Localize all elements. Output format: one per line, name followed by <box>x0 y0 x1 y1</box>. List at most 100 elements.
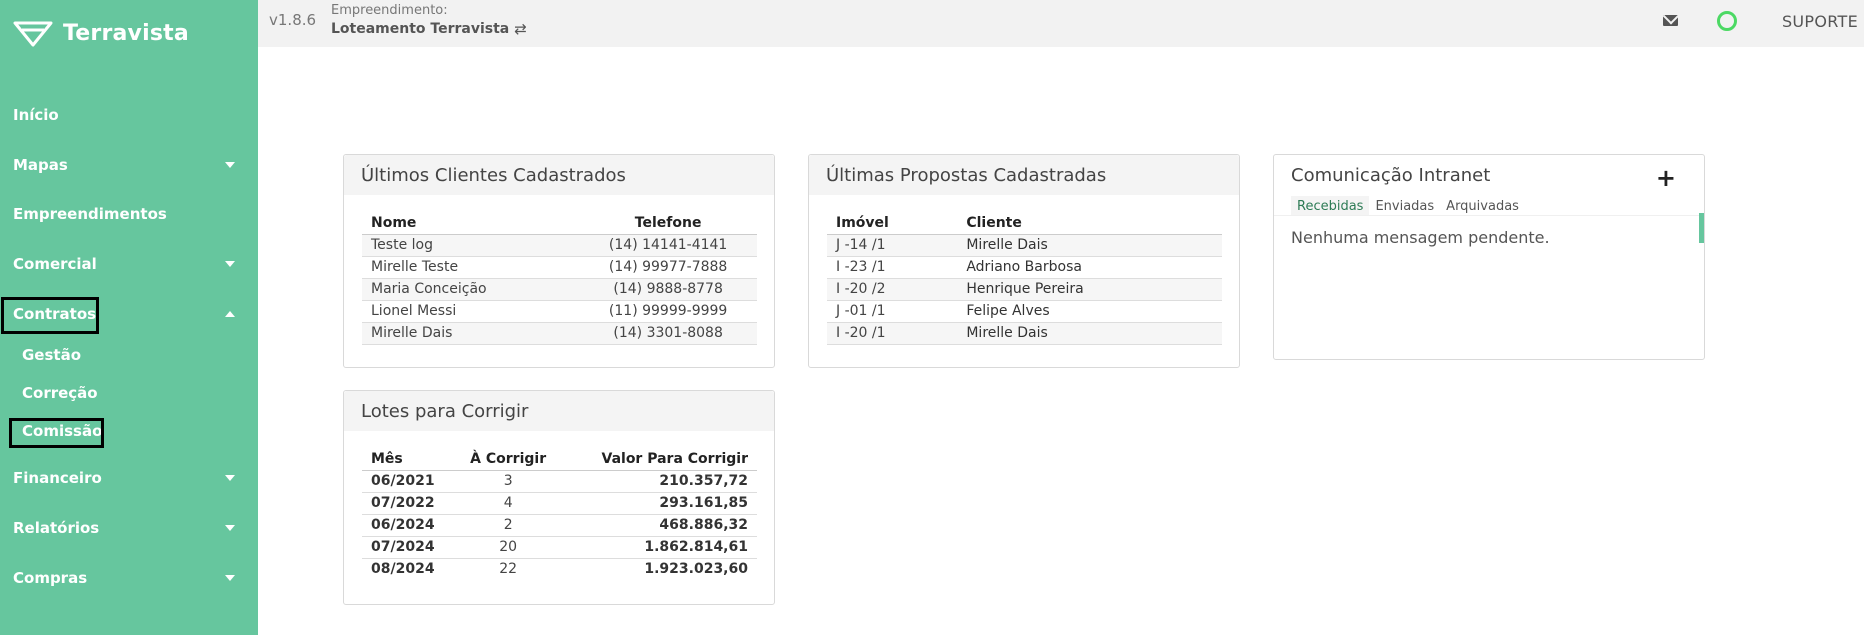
top-bar: v1.8.6 Empreendimento: Loteamento Terrav… <box>258 0 1864 47</box>
sidebar-item-label: Compras <box>13 569 88 587</box>
panel-title: Últimas Propostas Cadastradas <box>809 155 1239 195</box>
cell-imovel: I -20 /1 <box>827 322 958 345</box>
cell-telefone: (14) 99977-7888 <box>579 256 757 279</box>
cell-valor: 1.923.023,60 <box>644 561 748 578</box>
sidebar-item-label: Empreendimentos <box>13 205 167 223</box>
caret-down-icon <box>225 525 235 531</box>
terravista-logo-icon <box>13 21 53 47</box>
sidebar-subitem-label: Correção <box>22 384 98 402</box>
table-row[interactable]: I -23 /1 Adriano Barbosa <box>827 256 1222 279</box>
sidebar-item-compras[interactable]: Compras <box>0 558 258 598</box>
table-row[interactable]: 06/2024 2 468.886,32 <box>362 514 757 537</box>
add-message-button[interactable]: + <box>1656 166 1676 190</box>
sidebar-item-label: Relatórios <box>13 519 100 537</box>
sidebar: Terravista Início Mapas Empreendimentos … <box>0 0 258 635</box>
propostas-table: Imóvel Cliente J -14 /1 Mirelle Dais I -2… <box>827 212 1222 345</box>
sidebar-item-inicio[interactable]: Início <box>0 95 258 135</box>
cell-a-corrigir: 2 <box>460 514 556 537</box>
table-row[interactable]: 08/2024 22 1.923.023,60 <box>362 558 757 580</box>
empreendimento-selector[interactable]: Loteamento Terravista ⇄ <box>331 20 527 38</box>
cell-nome: Teste log <box>362 234 580 257</box>
mail-icon[interactable] <box>1663 15 1678 26</box>
cell-valor: 293.161,85 <box>555 492 757 515</box>
tab-recebidas[interactable]: Recebidas <box>1291 196 1370 215</box>
table-row[interactable]: 07/2022 4 293.161,85 <box>362 492 757 515</box>
app-logo[interactable]: Terravista <box>13 17 189 49</box>
sidebar-subitem-gestao[interactable]: Gestão <box>22 342 81 368</box>
cell-valor: 210.357,72 <box>555 470 757 493</box>
cell-nome: Mirelle Dais <box>362 322 580 345</box>
panel-comunicacao-intranet: Comunicação Intranet + Recebidas Enviada… <box>1273 154 1705 360</box>
table-row[interactable]: I -20 /2 Henrique Pereira <box>827 278 1222 301</box>
column-header: Imóvel <box>827 212 958 235</box>
empty-message: Nenhuma mensagem pendente. <box>1291 228 1550 247</box>
sidebar-item-relatorios[interactable]: Relatórios <box>0 508 258 548</box>
empreendimento-name: Loteamento Terravista <box>331 21 510 37</box>
cell-nome: Maria Conceição <box>362 278 580 301</box>
support-link[interactable]: SUPORTE <box>1782 12 1858 31</box>
table-row[interactable]: J -14 /1 Mirelle Dais <box>827 234 1222 257</box>
sidebar-item-empreendimentos[interactable]: Empreendimentos <box>0 194 258 234</box>
tab-enviadas[interactable]: Enviadas <box>1369 196 1440 215</box>
cell-imovel: J -01 /1 <box>827 300 958 323</box>
cell-imovel: I -23 /1 <box>827 256 958 279</box>
cell-mes: 06/2021 <box>362 470 461 493</box>
cell-mes: 08/2024 <box>371 561 435 578</box>
table-row[interactable]: 06/2021 3 210.357,72 <box>362 470 757 493</box>
sidebar-subitem-label: Gestão <box>22 346 82 364</box>
cell-telefone: (14) 3301-8088 <box>579 322 757 345</box>
sidebar-item-financeiro[interactable]: Financeiro <box>0 458 258 498</box>
sidebar-item-label: Comercial <box>13 255 97 273</box>
table-row[interactable]: Teste log (14) 14141-4141 <box>362 234 757 257</box>
panel-ultimos-clientes: Últimos Clientes Cadastrados Nome Telefo… <box>343 154 775 368</box>
highlight-box-comissao <box>9 418 104 448</box>
lotes-table: Mês À Corrigir Valor Para Corrigir 06/20… <box>362 448 757 580</box>
sidebar-item-label: Financeiro <box>13 469 102 487</box>
table-row[interactable]: Lionel Messi (11) 99999-9999 <box>362 300 757 323</box>
cell-imovel: I -20 /2 <box>827 278 958 301</box>
panel-ultimas-propostas: Últimas Propostas Cadastradas Imóvel Cli… <box>808 154 1240 368</box>
sidebar-item-comercial[interactable]: Comercial <box>0 244 258 284</box>
column-header: Nome <box>362 212 580 235</box>
cell-mes: 07/2024 <box>362 536 461 559</box>
scrollbar[interactable] <box>1699 213 1704 243</box>
cell-cliente: Felipe Alves <box>957 300 1222 323</box>
cell-telefone: (11) 99999-9999 <box>579 300 757 323</box>
panel-title: Lotes para Corrigir <box>344 391 774 431</box>
table-row[interactable]: Mirelle Dais (14) 3301-8088 <box>362 322 757 345</box>
cell-nome: Lionel Messi <box>362 300 580 323</box>
cell-nome: Mirelle Teste <box>362 256 580 279</box>
cell-mes: 07/2022 <box>362 492 461 515</box>
cell-mes: 06/2024 <box>362 514 461 537</box>
column-header: À Corrigir <box>460 448 556 471</box>
table-row[interactable]: I -20 /1 Mirelle Dais <box>827 322 1222 345</box>
caret-up-icon <box>225 311 235 317</box>
panel-title: Comunicação Intranet <box>1274 155 1704 195</box>
highlight-box-contratos <box>1 297 99 334</box>
cell-cliente: Henrique Pereira <box>957 278 1222 301</box>
column-header: Cliente <box>957 212 1222 235</box>
tab-arquivadas[interactable]: Arquivadas <box>1440 196 1525 215</box>
table-row[interactable]: Maria Conceição (14) 9888-8778 <box>362 278 757 301</box>
sidebar-item-mapas[interactable]: Mapas <box>0 145 258 185</box>
cell-a-corrigir: 20 <box>460 536 556 559</box>
cell-a-corrigir: 3 <box>460 470 556 493</box>
cell-telefone: (14) 9888-8778 <box>579 278 757 301</box>
cell-imovel: J -14 /1 <box>827 234 958 257</box>
sidebar-subitem-correcao[interactable]: Correção <box>22 380 98 406</box>
cell-cliente: Mirelle Dais <box>957 234 1222 257</box>
cell-cliente: Adriano Barbosa <box>957 256 1222 279</box>
table-row[interactable]: Mirelle Teste (14) 99977-7888 <box>362 256 757 279</box>
caret-down-icon <box>225 162 235 168</box>
empreendimento-label: Empreendimento: <box>331 3 448 18</box>
table-row[interactable]: J -01 /1 Felipe Alves <box>827 300 1222 323</box>
cell-cliente: Mirelle Dais <box>957 322 1222 345</box>
cell-telefone: (14) 14141-4141 <box>579 234 757 257</box>
clientes-table: Nome Telefone Teste log (14) 14141-4141 M… <box>362 212 757 345</box>
swap-icon: ⇄ <box>514 20 527 38</box>
table-row[interactable]: 07/2024 20 1.862.814,61 <box>362 536 757 559</box>
cell-valor: 1.862.814,61 <box>555 536 757 559</box>
sidebar-item-label: Início <box>13 106 59 124</box>
column-header: Mês <box>362 448 461 471</box>
panel-lotes-para-corrigir: Lotes para Corrigir Mês À Corrigir Valor… <box>343 390 775 605</box>
